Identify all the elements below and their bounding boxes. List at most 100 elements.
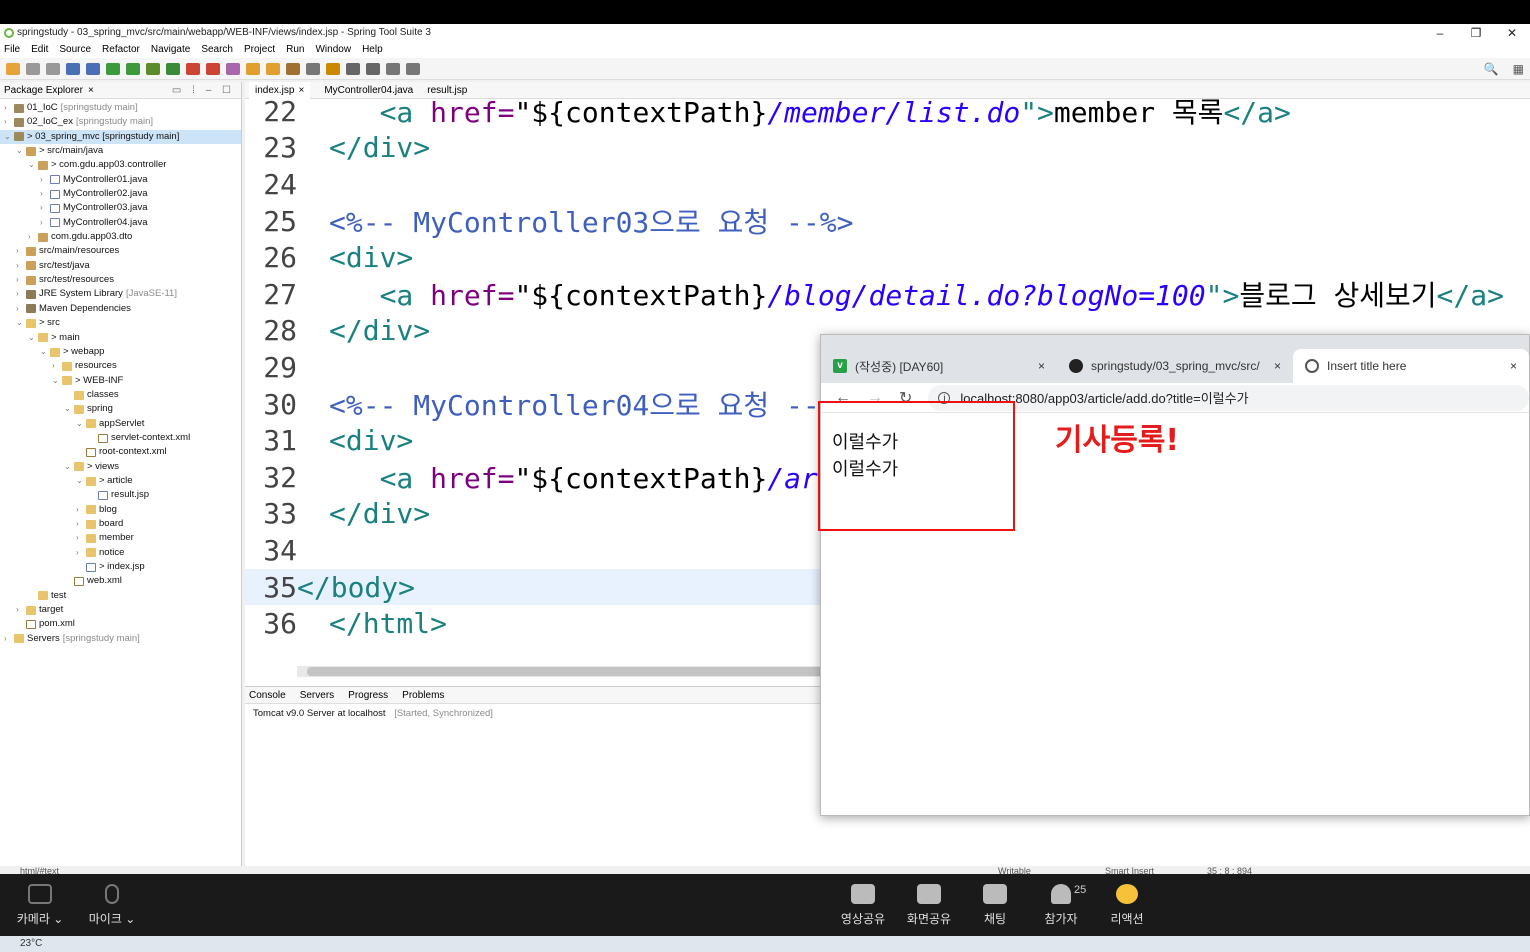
- chevron-down-icon[interactable]: ⌄: [64, 402, 74, 416]
- tree-item[interactable]: result.jsp: [0, 488, 241, 502]
- code-line[interactable]: 25 <%-- MyController03으로 요청 --%>: [245, 203, 1510, 240]
- menu-refactor[interactable]: Refactor: [102, 44, 140, 55]
- chevron-right-icon[interactable]: ›: [76, 546, 86, 560]
- tree-item[interactable]: ⌄ > src: [0, 316, 241, 330]
- code-line[interactable]: 24: [245, 166, 1510, 203]
- camera-button[interactable]: 카메라 ⌄: [10, 884, 70, 927]
- close-icon[interactable]: ×: [88, 85, 94, 96]
- toolbar-action-icon[interactable]: [26, 62, 40, 75]
- tree-item[interactable]: test: [0, 589, 241, 603]
- tab-progress[interactable]: Progress: [348, 690, 388, 701]
- toolbar-action-icon[interactable]: [306, 62, 320, 75]
- chevron-right-icon[interactable]: ›: [16, 302, 26, 316]
- chevron-down-icon[interactable]: ⌄: [28, 331, 38, 345]
- tree-item[interactable]: › 01_IoC [springstudy main]: [0, 101, 241, 115]
- toolbar-action-icon[interactable]: [326, 62, 340, 75]
- chevron-right-icon[interactable]: ›: [16, 273, 26, 287]
- chevron-right-icon[interactable]: ›: [4, 101, 14, 115]
- chevron-right-icon[interactable]: ›: [16, 244, 26, 258]
- tree-item[interactable]: › member: [0, 531, 241, 545]
- chevron-right-icon[interactable]: ›: [28, 230, 38, 244]
- toolbar-action-icon[interactable]: [346, 62, 360, 75]
- chevron-down-icon[interactable]: ⌄: [52, 374, 62, 388]
- search-icon[interactable]: 🔍: [1484, 62, 1499, 76]
- chevron-right-icon[interactable]: ›: [76, 531, 86, 545]
- tree-item[interactable]: web.xml: [0, 574, 241, 588]
- code-line[interactable]: 26 <div>: [245, 239, 1510, 276]
- chevron-down-icon[interactable]: ⌄: [40, 345, 50, 359]
- toolbar-action-icon[interactable]: [286, 62, 300, 75]
- chevron-right-icon[interactable]: ›: [16, 259, 26, 273]
- editor-tab[interactable]: result.jsp: [427, 85, 467, 96]
- close-tab-icon[interactable]: ×: [1274, 359, 1281, 373]
- mic-button[interactable]: 마이크 ⌄: [82, 884, 142, 927]
- tree-item[interactable]: classes: [0, 388, 241, 402]
- toolbar-action-icon[interactable]: [246, 62, 260, 75]
- tree-item[interactable]: pom.xml: [0, 617, 241, 631]
- toolbar-action-icon[interactable]: [46, 62, 60, 75]
- chevron-down-icon[interactable]: ⌄: [76, 417, 86, 431]
- tree-item[interactable]: ⌄ > main: [0, 331, 241, 345]
- perspective-icon[interactable]: ▦: [1513, 62, 1524, 76]
- menu-edit[interactable]: Edit: [31, 44, 48, 55]
- close-tab-icon[interactable]: ×: [1510, 359, 1517, 373]
- tree-item[interactable]: ⌄ > article: [0, 474, 241, 488]
- tree-item[interactable]: › MyController03.java: [0, 201, 241, 215]
- toolbar-action-icon[interactable]: [146, 62, 160, 75]
- chevron-right-icon[interactable]: ›: [40, 216, 50, 230]
- url-field[interactable]: i localhost:8080/app03/article/add.do?ti…: [928, 384, 1529, 411]
- tree-item[interactable]: ⌄ > webapp: [0, 345, 241, 359]
- chevron-down-icon[interactable]: ⌄: [76, 474, 86, 488]
- tree-item[interactable]: › Maven Dependencies: [0, 302, 241, 316]
- tree-item[interactable]: ⌄ > src/main/java: [0, 144, 241, 158]
- tree-item[interactable]: › src/test/java: [0, 259, 241, 273]
- tree-item[interactable]: › MyController01.java: [0, 173, 241, 187]
- tree-item[interactable]: › blog: [0, 503, 241, 517]
- chevron-right-icon[interactable]: ›: [40, 173, 50, 187]
- tree-item[interactable]: › Servers [springstudy main]: [0, 632, 241, 646]
- view-menu-icon[interactable]: ▭ ⁞ ‒ ☐: [172, 85, 241, 96]
- reaction-button[interactable]: 리액션: [1097, 884, 1157, 927]
- chevron-right-icon[interactable]: ›: [16, 603, 26, 617]
- close-icon[interactable]: ×: [298, 85, 304, 96]
- participants-button[interactable]: 25 참가자: [1031, 884, 1091, 927]
- chevron-down-icon[interactable]: ⌄: [16, 316, 26, 330]
- chevron-right-icon[interactable]: ›: [40, 201, 50, 215]
- toolbar-action-icon[interactable]: [266, 62, 280, 75]
- toolbar-action-icon[interactable]: [6, 62, 20, 75]
- toolbar-action-icon[interactable]: [366, 62, 380, 75]
- tab-package-explorer[interactable]: Package Explorer: [4, 85, 83, 96]
- chevron-right-icon[interactable]: ›: [52, 359, 62, 373]
- toolbar-action-icon[interactable]: [166, 62, 180, 75]
- tree-item[interactable]: › src/test/resources: [0, 273, 241, 287]
- code-line[interactable]: 23 </div>: [245, 130, 1510, 167]
- tree-item[interactable]: › src/main/resources: [0, 244, 241, 258]
- tree-item[interactable]: › target: [0, 603, 241, 617]
- minimize-button[interactable]: –: [1422, 26, 1458, 40]
- editor-tab[interactable]: index.jsp ×: [249, 81, 311, 99]
- tree-item[interactable]: root-context.xml: [0, 445, 241, 459]
- toolbar-action-icon[interactable]: [126, 62, 140, 75]
- close-tab-icon[interactable]: ×: [1038, 359, 1045, 373]
- toolbar-action-icon[interactable]: [106, 62, 120, 75]
- chevron-down-icon[interactable]: ⌄: [28, 158, 38, 172]
- menu-run[interactable]: Run: [286, 44, 304, 55]
- code-line[interactable]: 27 <a href="${contextPath}/blog/detail.d…: [245, 276, 1510, 313]
- restore-button[interactable]: ❐: [1458, 26, 1494, 40]
- video-share-button[interactable]: 영상공유: [833, 884, 893, 927]
- tree-item[interactable]: ⌄ appServlet: [0, 417, 241, 431]
- tab-servers[interactable]: Servers: [300, 690, 334, 701]
- tree-item[interactable]: › resources: [0, 359, 241, 373]
- tree-item[interactable]: > index.jsp: [0, 560, 241, 574]
- tree-item[interactable]: ⌄ > views: [0, 460, 241, 474]
- tree-item[interactable]: ⌄ > WEB-INF: [0, 374, 241, 388]
- chevron-down-icon[interactable]: ⌄: [64, 460, 74, 474]
- menu-source[interactable]: Source: [59, 44, 91, 55]
- chat-button[interactable]: 채팅: [965, 884, 1025, 927]
- tree-item[interactable]: ⌄ > com.gdu.app03.controller: [0, 158, 241, 172]
- tab-console[interactable]: Console: [249, 690, 286, 701]
- close-button[interactable]: ✕: [1494, 26, 1530, 40]
- tree-item[interactable]: ⌄ > 03_spring_mvc [springstudy main]: [0, 129, 241, 145]
- menu-help[interactable]: Help: [362, 44, 383, 55]
- tab-problems[interactable]: Problems: [402, 690, 444, 701]
